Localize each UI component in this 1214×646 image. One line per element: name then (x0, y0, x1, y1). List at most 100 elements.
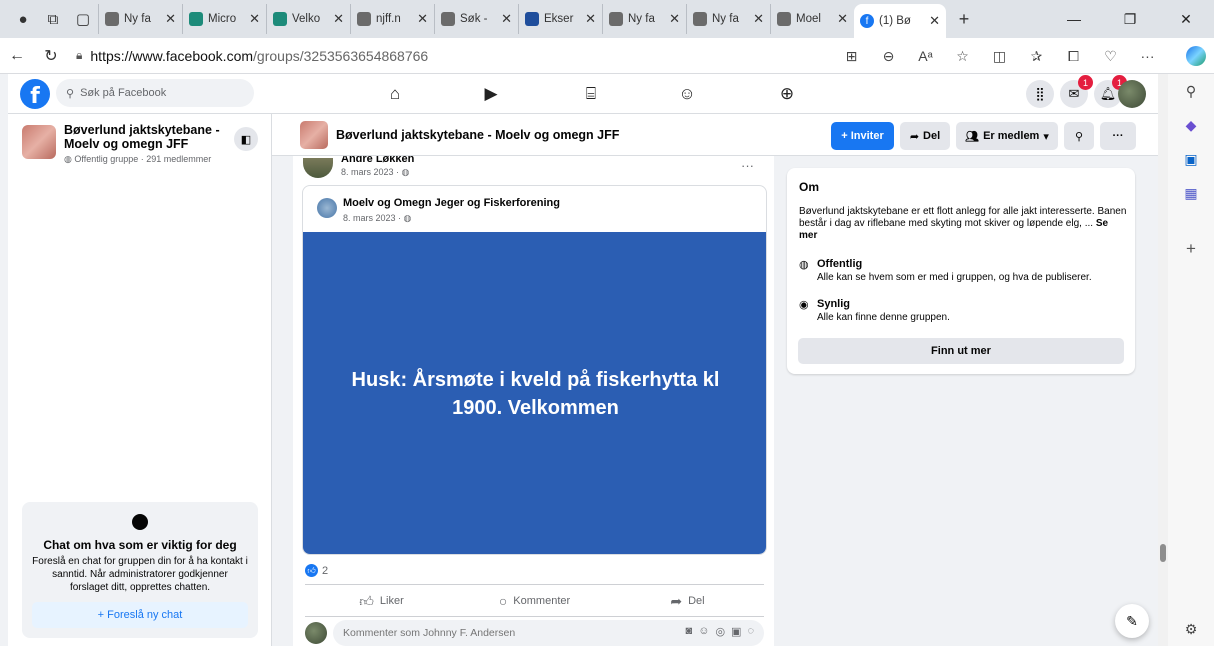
new-tab-button[interactable]: + (946, 9, 982, 30)
teams-icon[interactable]: ▦ (1167, 176, 1214, 210)
share-post-button[interactable]: ➦ Del (611, 588, 764, 614)
account-avatar[interactable] (1118, 80, 1146, 108)
emoji-icon[interactable]: ☺ (698, 625, 709, 638)
close-tab-icon[interactable]: ✕ (837, 11, 848, 27)
menu-grid-icon[interactable]: ⣿ (1026, 80, 1054, 108)
sidebar-settings-icon[interactable]: ⚙ (1167, 612, 1214, 646)
settings-more-icon[interactable]: ··· (1129, 48, 1166, 64)
gif-icon[interactable]: ▣ (731, 625, 741, 638)
group-search-button[interactable]: ⚲ (1064, 122, 1094, 150)
refresh-button[interactable]: ↻ (34, 40, 68, 72)
browser-tab[interactable]: Moel ✕ (770, 4, 854, 34)
close-tab-icon[interactable]: ✕ (249, 11, 260, 27)
page-scrollbar[interactable] (1158, 74, 1168, 646)
compose-icon: ✎ (1126, 612, 1138, 629)
tab-active[interactable]: f (1) Bø ✕ (854, 4, 946, 38)
suggest-chat-button[interactable]: + Foreslå ny chat (32, 602, 248, 628)
browser-tab[interactable]: Ny fa ✕ (602, 4, 686, 34)
browser-essentials-icon[interactable]: ♡ (1092, 48, 1129, 65)
close-tab-icon[interactable]: ✕ (929, 13, 940, 29)
copilot-icon[interactable] (1186, 46, 1206, 66)
split-screen-icon[interactable]: ◫ (981, 48, 1018, 65)
reaction-count[interactable]: 👍︎ 2 (305, 564, 328, 577)
shared-date[interactable]: 8. mars 2023 · ◍ (343, 213, 411, 224)
close-tab-icon[interactable]: ✕ (417, 11, 428, 27)
camera-icon[interactable]: ◎ (715, 625, 725, 638)
tab-favicon-icon (525, 12, 539, 26)
add-sidebar-icon[interactable]: + (1167, 232, 1214, 266)
workspaces-icon[interactable]: ⧉ (38, 4, 68, 34)
scrollbar-thumb[interactable] (1160, 544, 1166, 562)
marketplace-icon[interactable]: ⌸ (576, 79, 606, 109)
url-field[interactable]: 🔒︎ https://www.facebook.com/groups/32535… (76, 48, 726, 64)
back-button[interactable]: ← (0, 40, 34, 72)
close-tab-icon[interactable]: ✕ (165, 11, 176, 27)
comment-tools: ◙ ☺ ◎ ▣ ◌ (686, 625, 754, 638)
restore-button[interactable]: ❐ (1102, 0, 1158, 38)
share-button[interactable]: ➦ Del (900, 122, 950, 150)
close-tab-icon[interactable]: ✕ (333, 11, 344, 27)
facebook-logo-icon[interactable]: f (20, 79, 50, 109)
sticker-icon[interactable]: ◌ (747, 625, 754, 638)
group-header-title[interactable]: Bøverlund jaktskytebane - Moelv og omegn… (336, 128, 619, 142)
close-tab-icon[interactable]: ✕ (669, 11, 680, 27)
messenger-icon[interactable]: ✉ 1 (1060, 75, 1093, 108)
url-host: https://www.facebook.com (90, 47, 254, 64)
avatar-sticker-icon[interactable]: ◙ (686, 625, 693, 638)
shared-author-avatar[interactable] (317, 198, 337, 218)
post-date[interactable]: 8. mars 2023 · ◍ (341, 167, 409, 178)
collections-icon[interactable]: ⧠ (1055, 48, 1092, 65)
video-icon[interactable]: ▶ (476, 79, 506, 109)
share-icon: ➦ (670, 592, 683, 609)
group-header: Bøverlund jaktskytebane - Moelv og omegn… (272, 114, 1158, 156)
learn-more-button[interactable]: Finn ut mer (798, 338, 1124, 364)
browser-tab[interactable]: Ny fa ✕ (98, 4, 182, 34)
minimize-button[interactable]: — (1046, 0, 1102, 38)
author-avatar[interactable] (303, 158, 333, 178)
post-image-text[interactable]: Husk: Årsmøte i kveld på fiskerhytta kl … (303, 232, 766, 554)
close-tab-icon[interactable]: ✕ (753, 11, 764, 27)
invite-button[interactable]: + Inviter (831, 122, 894, 150)
gaming-icon[interactable]: ⊕ (772, 79, 802, 109)
new-message-button[interactable]: ✎ (1115, 604, 1149, 638)
comment-button[interactable]: ○ Kommenter (458, 588, 611, 614)
read-aloud-icon[interactable]: Aᵃ (907, 48, 944, 64)
public-description: Alle kan se hvem som er med i gruppen, o… (817, 272, 1092, 283)
sidebar-group-name[interactable]: Bøverlund jaktskytebane - Moelv og omegn… (64, 123, 234, 151)
browser-tab[interactable]: Micro ✕ (182, 4, 266, 34)
search-sidebar-icon[interactable]: ⚲ (1167, 74, 1214, 108)
home-icon[interactable]: ⌂ (380, 79, 410, 109)
group-thumbnail[interactable] (22, 125, 56, 159)
tab-actions-icon[interactable]: ▢ (68, 4, 98, 34)
browser-tab[interactable]: Søk - ✕ (434, 4, 518, 34)
shopping-icon[interactable]: ◆ (1167, 108, 1214, 142)
facebook-search-input[interactable]: ⚲ Søk på Facebook (56, 79, 254, 107)
groups-icon[interactable]: ☺ (672, 79, 702, 109)
profile-icon[interactable]: ● (8, 4, 38, 34)
chat-title: Chat om hva som er viktig for deg (43, 538, 237, 552)
lock-icon: 🔒︎ (76, 48, 83, 62)
close-window-button[interactable]: ✕ (1158, 0, 1214, 38)
thumbs-up-icon: 👍︎ (359, 592, 374, 609)
browser-tab[interactable]: Velko ✕ (266, 4, 350, 34)
favorites-icon[interactable]: ✰ (1018, 48, 1055, 65)
favorite-star-icon[interactable]: ☆ (944, 48, 981, 65)
zoom-icon[interactable]: ⊖ (870, 48, 907, 65)
member-button[interactable]: 👥︎ Er medlem ▾ (956, 122, 1058, 150)
close-tab-icon[interactable]: ✕ (585, 11, 596, 27)
divider (305, 616, 764, 617)
post-more-icon[interactable]: ··· (741, 158, 754, 173)
group-header-thumbnail[interactable] (300, 121, 328, 149)
more-options-button[interactable]: ··· (1100, 122, 1136, 150)
shared-author[interactable]: Moelv og Omegn Jeger og Fiskerforening (343, 197, 560, 209)
outlook-icon[interactable]: ▣ (1167, 142, 1214, 176)
close-tab-icon[interactable]: ✕ (501, 11, 512, 27)
browser-tab[interactable]: Ekser ✕ (518, 4, 602, 34)
app-available-icon[interactable]: ⊞ (833, 48, 870, 65)
share-arrow-icon: ➦ (909, 130, 920, 143)
browser-tab[interactable]: njff.n ✕ (350, 4, 434, 34)
like-button[interactable]: 👍︎ Liker (305, 588, 458, 614)
browser-tab[interactable]: Ny fa ✕ (686, 4, 770, 34)
post-author[interactable]: André Løkken (341, 156, 414, 164)
collapse-sidebar-button[interactable]: ◧ (234, 127, 258, 151)
